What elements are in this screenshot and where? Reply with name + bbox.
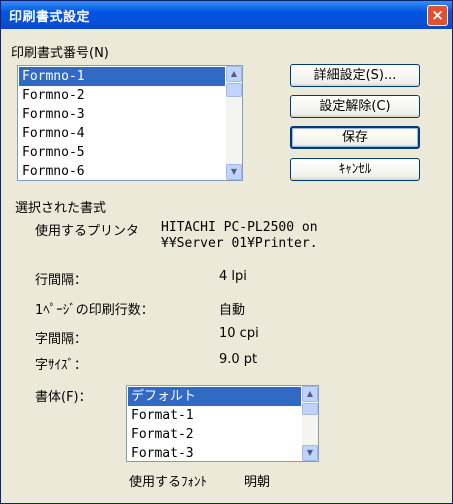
- reset-settings-button[interactable]: 設定解除(C): [290, 95, 420, 118]
- format-number-listbox[interactable]: Formno-1 Formno-2 Formno-3 Formno-4 Form…: [17, 65, 243, 181]
- scroll-up-button[interactable]: ▲: [226, 66, 242, 82]
- scroll-up-button[interactable]: ▲: [302, 386, 318, 402]
- chevron-down-icon: ▼: [230, 167, 238, 176]
- close-button[interactable]: ×: [427, 5, 448, 26]
- list-item[interactable]: Format-2: [128, 425, 301, 444]
- list-item[interactable]: Formno-2: [19, 86, 225, 105]
- typeface-label: 書体(F)：: [35, 390, 92, 405]
- printer-value-line2: ¥¥Server 01¥Printer.: [161, 236, 318, 251]
- format-number-scrollbar[interactable]: ▲ ▼: [226, 66, 242, 180]
- line-spacing-label: 行間隔：: [35, 273, 88, 288]
- save-button[interactable]: 保存: [290, 126, 420, 149]
- chevron-up-icon: ▲: [306, 389, 314, 398]
- print-format-dialog: 印刷書式設定 × 印刷書式番号(N) Formno-1 Formno-2 For…: [0, 0, 453, 504]
- line-spacing-value: 4 lpi: [219, 269, 247, 284]
- list-item[interactable]: Format-3: [128, 444, 301, 461]
- scroll-thumb[interactable]: [226, 83, 242, 97]
- chevron-down-icon: ▼: [306, 448, 314, 457]
- font-value: 明朝: [244, 475, 271, 490]
- scroll-thumb[interactable]: [302, 403, 318, 415]
- close-icon: ×: [431, 6, 444, 24]
- lines-per-page-value: 自動: [219, 303, 246, 318]
- scroll-down-button[interactable]: ▼: [302, 445, 318, 461]
- list-item[interactable]: Formno-5: [19, 143, 225, 162]
- list-item[interactable]: Formno-4: [19, 124, 225, 143]
- char-size-value: 9.0 pt: [219, 352, 258, 367]
- lines-per-page-label: 1ﾍﾟｰｼﾞの印刷行数：: [35, 303, 154, 318]
- printer-label: 使用するプリンタ: [35, 224, 140, 239]
- chevron-up-icon: ▲: [230, 69, 238, 78]
- selected-format-heading: 選択された書式: [15, 201, 107, 216]
- typeface-listbox[interactable]: デフォルト Format-1 Format-2 Format-3 ▲ ▼: [126, 385, 319, 462]
- format-number-label: 印刷書式番号(N): [11, 46, 109, 61]
- list-item[interactable]: デフォルト: [128, 387, 301, 406]
- char-size-label: 字ｻｲｽﾞ：: [35, 358, 88, 373]
- detail-settings-button[interactable]: 詳細設定(S)...: [290, 64, 420, 87]
- char-spacing-value: 10 cpi: [219, 326, 259, 341]
- list-item[interactable]: Formno-6: [19, 162, 225, 180]
- list-item[interactable]: Format-1: [128, 406, 301, 425]
- printer-value-line1: HITACHI PC-PL2500 on: [161, 220, 318, 235]
- list-item[interactable]: Formno-3: [19, 105, 225, 124]
- window-title: 印刷書式設定: [9, 10, 91, 25]
- title-bar[interactable]: 印刷書式設定 ×: [1, 1, 452, 29]
- typeface-scrollbar[interactable]: ▲ ▼: [302, 386, 318, 461]
- cancel-button[interactable]: ｷｬﾝｾﾙ: [290, 158, 420, 181]
- font-label: 使用するﾌｫﾝﾄ: [129, 475, 208, 490]
- char-spacing-label: 字間隔：: [35, 332, 88, 347]
- scroll-down-button[interactable]: ▼: [226, 164, 242, 180]
- list-item[interactable]: Formno-1: [19, 67, 225, 86]
